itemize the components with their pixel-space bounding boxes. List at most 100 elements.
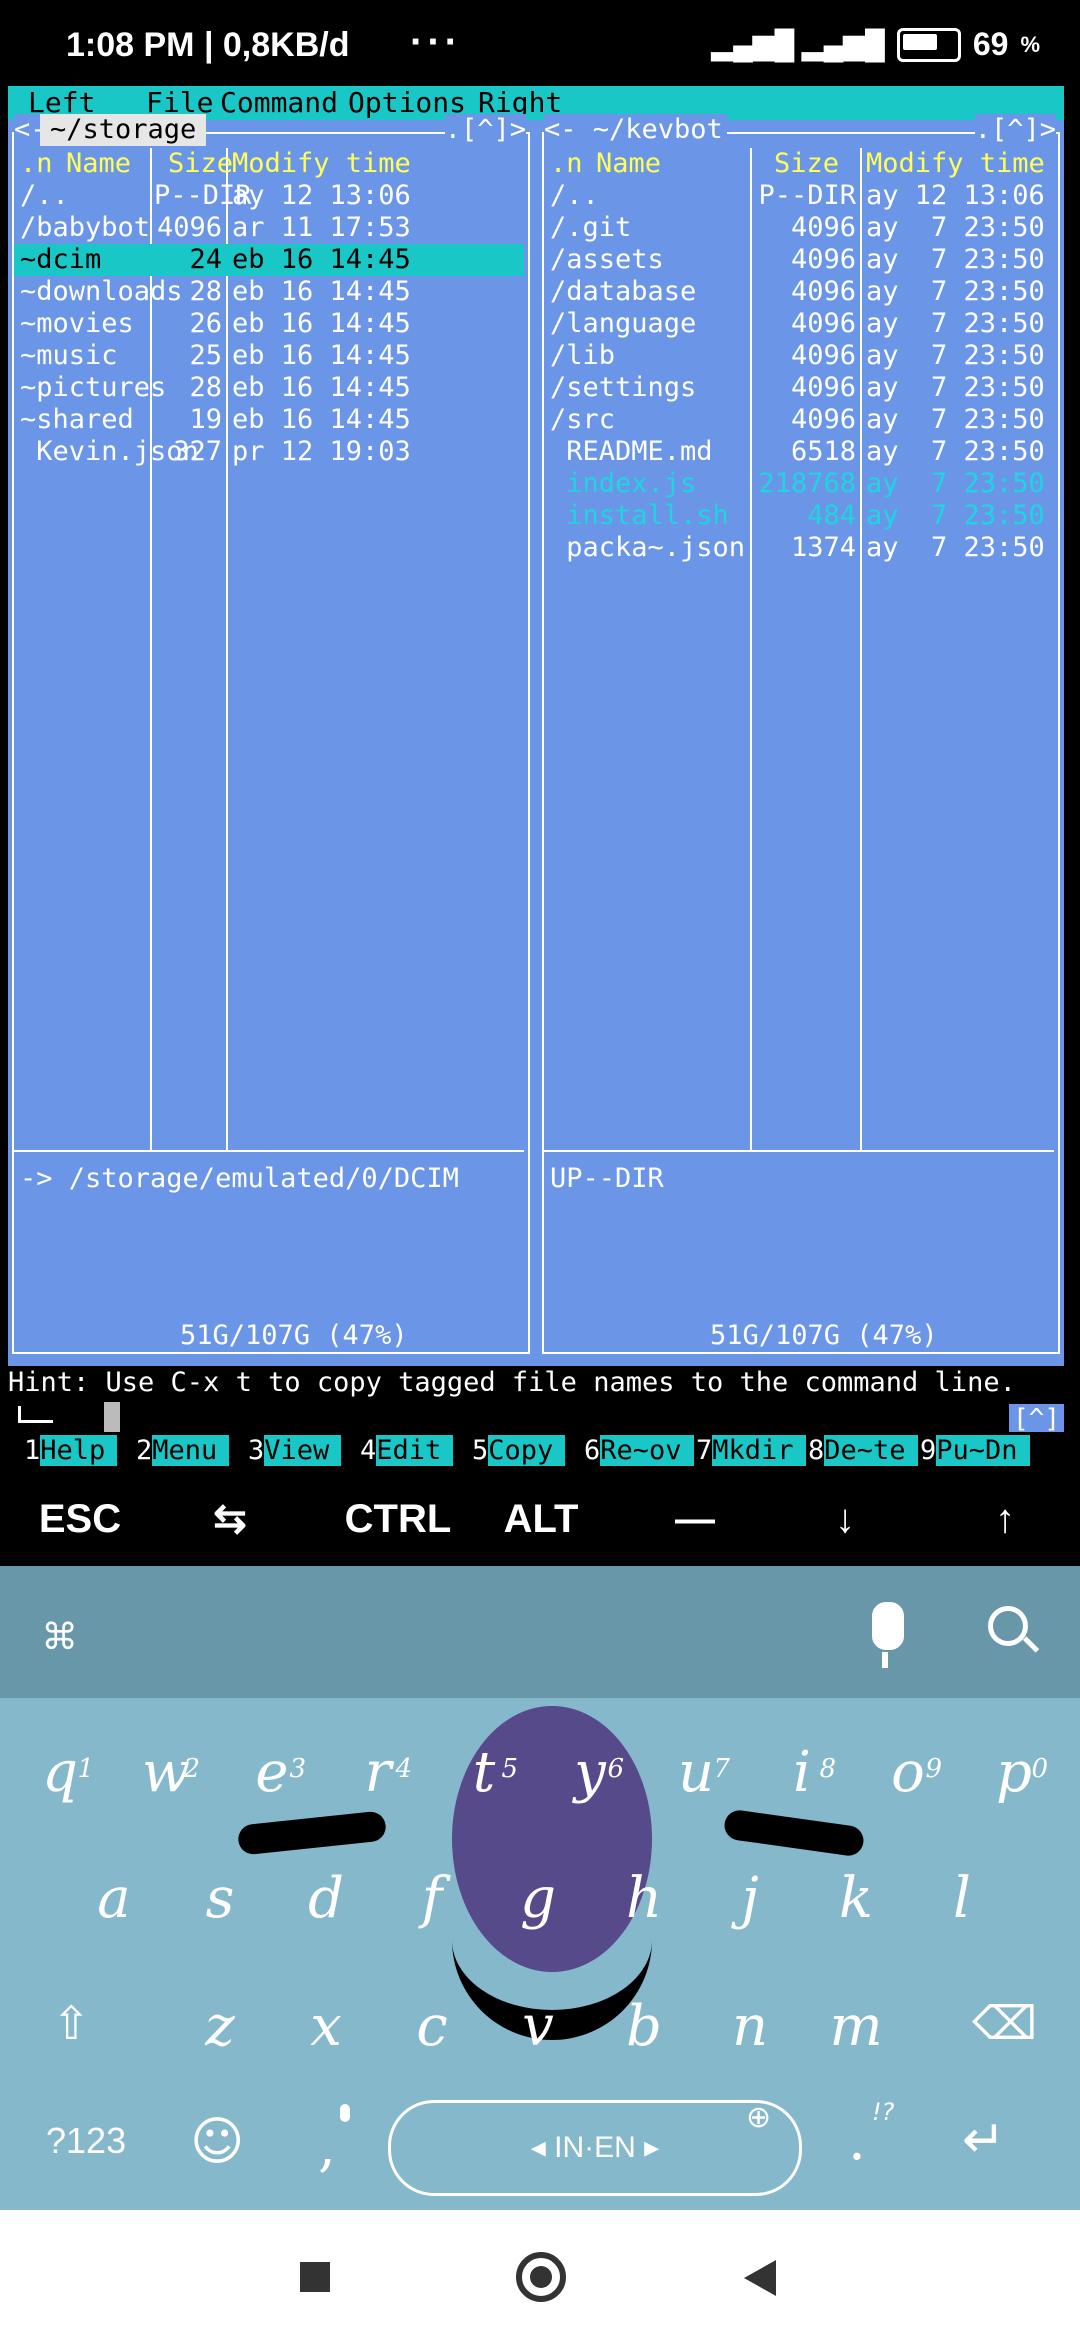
key-t[interactable]: t5 xyxy=(434,1728,534,1818)
fkey-help[interactable]: 1Help xyxy=(24,1434,118,1468)
key-m[interactable]: m xyxy=(806,1982,906,2072)
key-r[interactable]: r4 xyxy=(328,1728,428,1818)
key-j[interactable]: j xyxy=(700,1854,800,1944)
menu-command[interactable]: Command xyxy=(220,86,338,120)
key-h[interactable]: h xyxy=(594,1854,694,1944)
key-letter: p xyxy=(996,1740,1032,1805)
apps-icon[interactable]: ⌘ xyxy=(44,1608,75,1668)
file-row[interactable]: /database 4096 ay 7 23:50 xyxy=(544,276,1054,308)
file-row[interactable]: ~dcim 24 eb 16 14:45 xyxy=(14,244,524,276)
key-b[interactable]: b xyxy=(594,1982,694,2072)
file-time: eb 16 14:45 xyxy=(232,308,411,339)
tab-key[interactable]: ⇆ xyxy=(190,1472,270,1566)
file-row[interactable]: install.sh 484 ay 7 23:50 xyxy=(544,500,1054,532)
fkey-reov[interactable]: 6Re~ov xyxy=(584,1434,694,1468)
fkey-menu[interactable]: 2Menu xyxy=(136,1434,230,1468)
mic-stand-icon xyxy=(882,1652,888,1668)
shift-key-icon[interactable]: ⇧ xyxy=(52,1996,91,2050)
file-row[interactable]: /assets 4096 ay 7 23:50 xyxy=(544,244,1054,276)
file-row[interactable]: ~shared 19 eb 16 14:45 xyxy=(14,404,524,436)
comma-key[interactable]: , xyxy=(318,2114,336,2179)
back-icon[interactable] xyxy=(744,2260,776,2296)
key-a[interactable]: a xyxy=(64,1854,164,1944)
file-row[interactable]: ~downloads 28 eb 16 14:45 xyxy=(14,276,524,308)
file-row[interactable]: /babybot 4096 ar 11 17:53 xyxy=(14,212,524,244)
fkey-view[interactable]: 3View xyxy=(248,1434,342,1468)
period-key[interactable]: . xyxy=(848,2108,866,2173)
file-row[interactable]: ~pictures 28 eb 16 14:45 xyxy=(14,372,524,404)
file-row[interactable]: ~movies 26 eb 16 14:45 xyxy=(14,308,524,340)
key-c[interactable]: c xyxy=(382,1982,482,2072)
fkey-copy[interactable]: 5Copy xyxy=(472,1434,566,1468)
file-row[interactable]: /.. P--DIR ay 12 13:06 xyxy=(14,180,524,212)
file-row[interactable]: /src 4096 ay 7 23:50 xyxy=(544,404,1054,436)
key-g[interactable]: g xyxy=(488,1854,588,1944)
battery-icon xyxy=(896,27,961,62)
hint-corner[interactable]: [^] xyxy=(1009,1404,1064,1434)
right-panel[interactable]: <- ~/kevbot .[^]> .n Name Size Modify ti… xyxy=(542,114,1060,1354)
backspace-key-icon[interactable]: ⌫ xyxy=(972,1996,1037,2050)
file-row[interactable]: packa~.json 1374 ay 7 23:50 xyxy=(544,532,1054,564)
right-panel-corner[interactable]: .[^]> xyxy=(974,114,1056,146)
key-f[interactable]: f xyxy=(382,1854,482,1944)
file-row[interactable]: ~music 25 eb 16 14:45 xyxy=(14,340,524,372)
left-panel[interactable]: <- ~/storage .[^]> .n Name Size Modify t… xyxy=(12,114,530,1354)
dash-key[interactable]: — xyxy=(640,1472,750,1566)
key-v[interactable]: v xyxy=(488,1982,588,2072)
key-i[interactable]: i8 xyxy=(752,1728,852,1818)
file-row[interactable]: Kevin.json 327 pr 12 19:03 xyxy=(14,436,524,468)
key-d[interactable]: d xyxy=(276,1854,376,1944)
file-name: /.. xyxy=(20,180,69,211)
file-row[interactable]: /lib 4096 ay 7 23:50 xyxy=(544,340,1054,372)
file-size: 4096 xyxy=(790,308,856,339)
left-panel-corner[interactable]: .[^]> xyxy=(444,114,526,146)
key-p[interactable]: p0 xyxy=(964,1728,1064,1818)
alt-key[interactable]: ALT xyxy=(486,1472,596,1566)
key-z[interactable]: z xyxy=(170,1982,270,2072)
fkey-dete[interactable]: 8De~te xyxy=(808,1434,918,1468)
recents-icon[interactable] xyxy=(300,2262,330,2292)
file-size: 4096 xyxy=(790,340,856,371)
fkey-label: Help xyxy=(40,1435,118,1466)
file-row[interactable]: README.md 6518 ay 7 23:50 xyxy=(544,436,1054,468)
space-bar[interactable]: ◂ IN·EN ▸ xyxy=(388,2100,802,2196)
file-size: 28 xyxy=(189,372,222,403)
key-q[interactable]: q1 xyxy=(10,1728,110,1818)
fkey-pudn[interactable]: 9Pu~Dn xyxy=(920,1434,1030,1468)
fkey-edit[interactable]: 4Edit xyxy=(360,1434,454,1468)
key-s[interactable]: s xyxy=(170,1854,270,1944)
key-l[interactable]: l xyxy=(912,1854,1012,1944)
ctrl-key[interactable]: CTRL xyxy=(318,1472,478,1566)
enter-key-icon[interactable]: ↵ xyxy=(962,2110,1006,2170)
symbols-key[interactable]: ?123 xyxy=(46,2120,126,2162)
key-n[interactable]: n xyxy=(700,1982,800,2072)
file-row[interactable]: /.. P--DIR ay 12 13:06 xyxy=(544,180,1054,212)
file-time: ay 7 23:50 xyxy=(866,404,1045,435)
key-e[interactable]: e3 xyxy=(222,1728,322,1818)
command-line[interactable]: [^] xyxy=(8,1400,1064,1434)
fkey-label: Menu xyxy=(152,1435,230,1466)
file-time: ay 7 23:50 xyxy=(866,500,1045,531)
key-k[interactable]: k xyxy=(806,1854,906,1944)
up-arrow-key[interactable]: ↑ xyxy=(950,1472,1060,1566)
file-row[interactable]: /.git 4096 ay 7 23:50 xyxy=(544,212,1054,244)
down-arrow-key[interactable]: ↓ xyxy=(800,1472,890,1566)
file-size: 24 xyxy=(189,244,222,275)
mic-icon[interactable] xyxy=(872,1602,904,1650)
key-o[interactable]: o9 xyxy=(858,1728,958,1818)
file-time: pr 12 19:03 xyxy=(232,436,411,467)
key-w[interactable]: w2 xyxy=(116,1728,216,1818)
esc-key[interactable]: ESC xyxy=(20,1472,140,1566)
search-handle xyxy=(1022,1636,1040,1653)
fkey-mkdir[interactable]: 7Mkdir xyxy=(696,1434,806,1468)
emoji-key-icon[interactable]: ☺ xyxy=(190,2112,244,2172)
right-status-line: UP--DIR xyxy=(550,1163,664,1194)
file-row[interactable]: /settings 4096 ay 7 23:50 xyxy=(544,372,1054,404)
file-row[interactable]: /language 4096 ay 7 23:50 xyxy=(544,308,1054,340)
status-time: 1:08 PM | 0,8KB/d xyxy=(66,26,350,64)
file-row[interactable]: index.js 218768 ay 7 23:50 xyxy=(544,468,1054,500)
key-y[interactable]: y6 xyxy=(540,1728,640,1818)
fkey-label: Re~ov xyxy=(600,1435,694,1466)
key-u[interactable]: u7 xyxy=(646,1728,746,1818)
key-x[interactable]: x xyxy=(276,1982,376,2072)
